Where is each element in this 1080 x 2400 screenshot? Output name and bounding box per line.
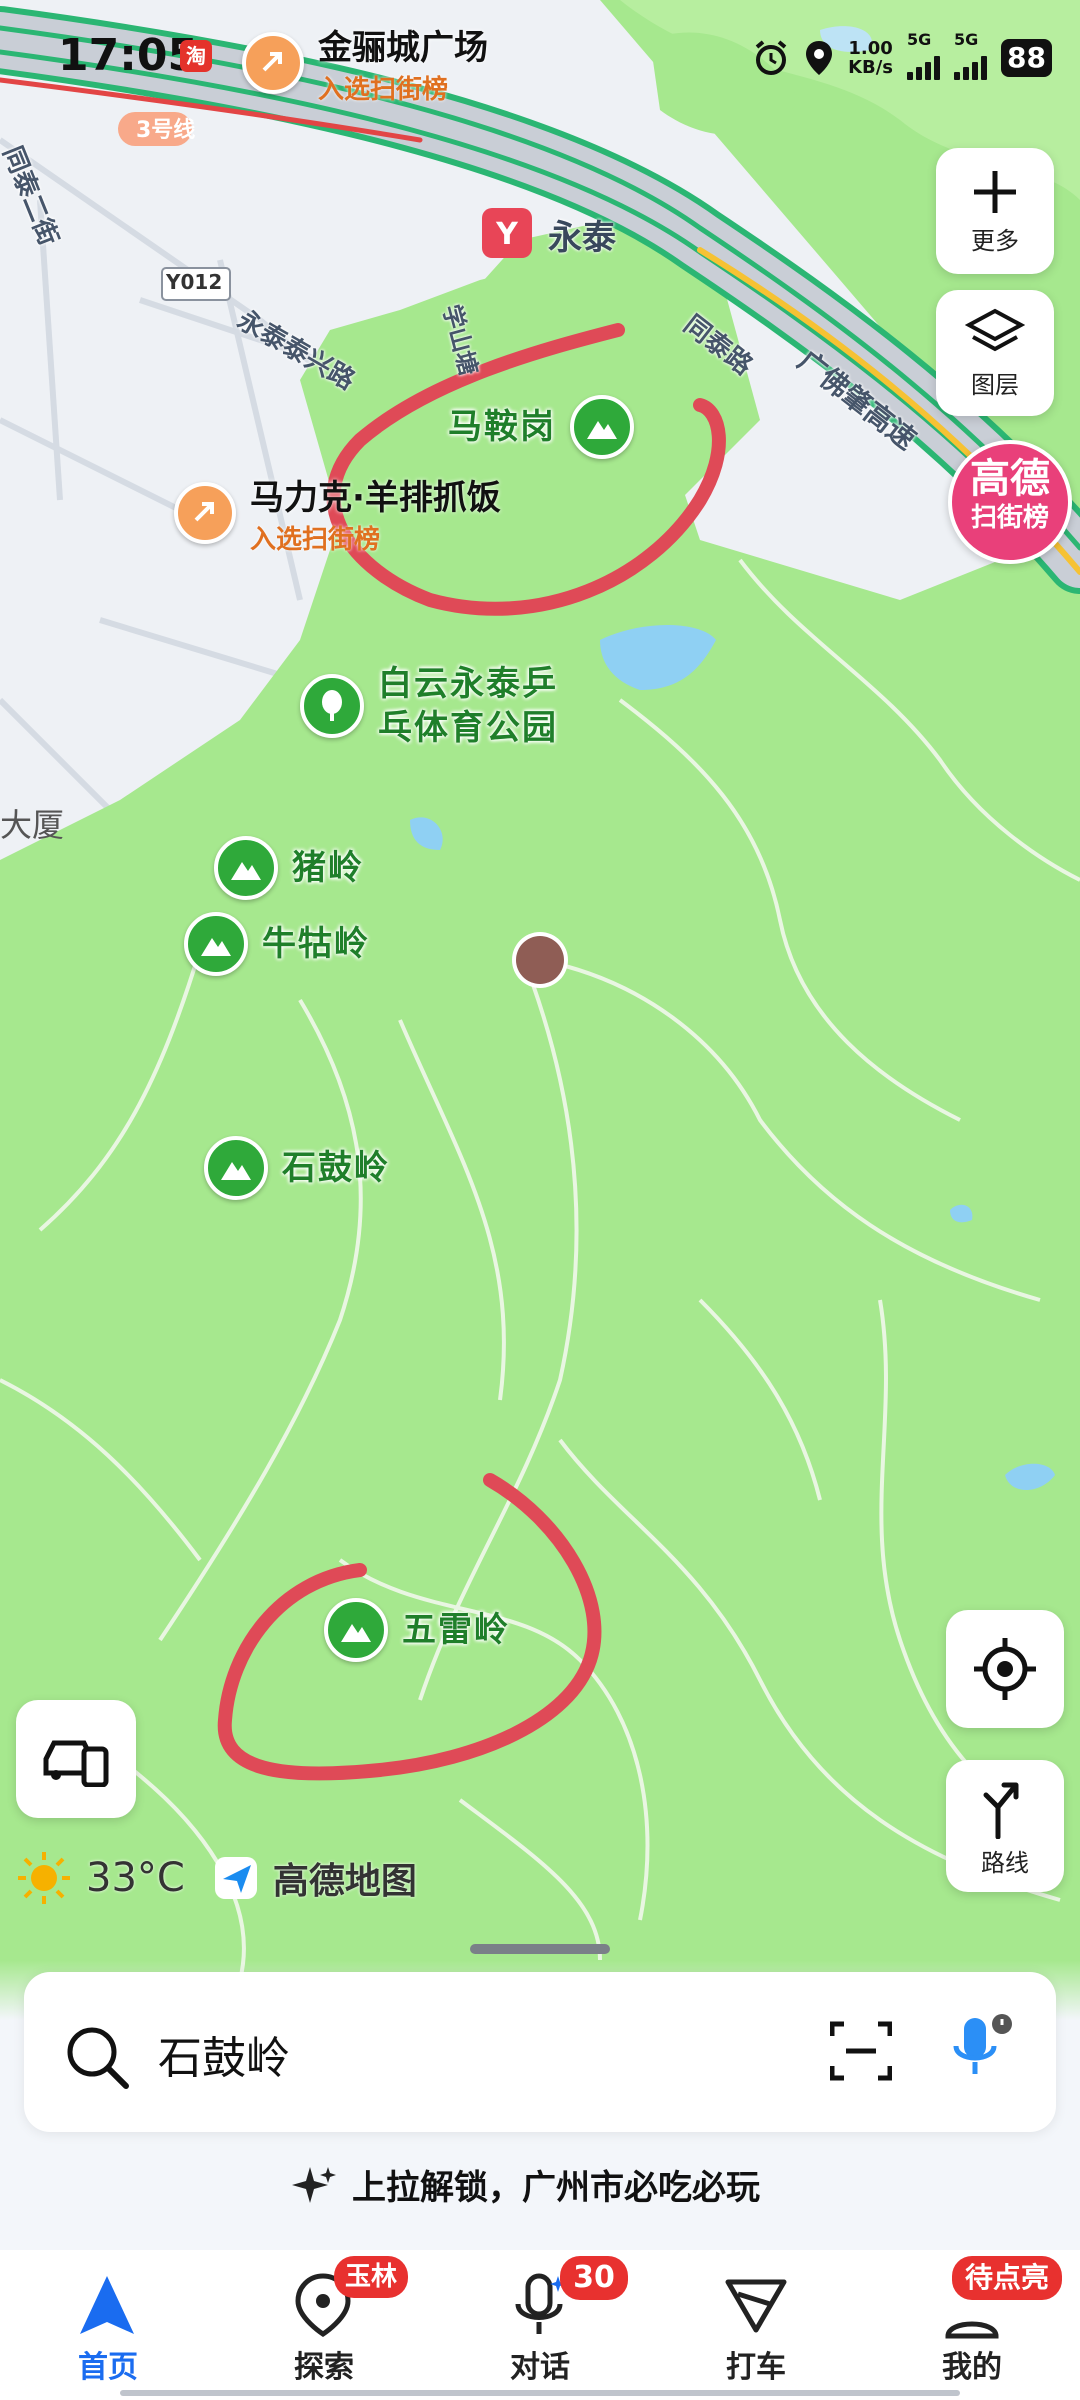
drag-handle[interactable] bbox=[470, 1944, 610, 1954]
unlock-promo-text: 上拉解锁，广州市必吃必玩 bbox=[352, 2168, 760, 2208]
poi-marker[interactable]: 马鞍岗 bbox=[448, 395, 634, 459]
search-icon bbox=[67, 2027, 129, 2089]
promo-line1: 高德 bbox=[970, 456, 1050, 502]
net-speed: 1.00 KB/s bbox=[848, 39, 893, 77]
brand-label: 高德地图 bbox=[272, 1861, 417, 1902]
scan-icon[interactable] bbox=[830, 2020, 892, 2082]
layers-button[interactable]: 图层 bbox=[936, 290, 1054, 416]
route-label: 路线 bbox=[981, 1848, 1029, 1877]
tab-label: 对话 bbox=[510, 2350, 570, 2385]
car-phone-icon bbox=[43, 1740, 109, 1787]
svg-text:Y: Y bbox=[495, 217, 519, 252]
plus-icon bbox=[974, 170, 1016, 213]
metro-line-label: 3号线 bbox=[136, 118, 196, 143]
hot-place-icon bbox=[242, 32, 304, 94]
poi-name: 猪岭 bbox=[292, 848, 364, 888]
poi-marker[interactable]: 牛牯岭 bbox=[184, 912, 370, 976]
status-icons: 1.00 KB/s 5G 5G 88 bbox=[752, 30, 1052, 80]
tab-badge: 30 bbox=[560, 2256, 628, 2300]
bottom-tab-bar: 首页 玉林 探索 30 对话 打车 待点亮 我的 bbox=[0, 2250, 1080, 2400]
car-mode-button[interactable] bbox=[16, 1700, 136, 1818]
sim2-label: 5G bbox=[954, 30, 979, 49]
taxi-flag-icon bbox=[725, 2279, 787, 2333]
poi-marker[interactable]: 猪岭 bbox=[214, 836, 364, 900]
park-tree-icon bbox=[300, 674, 364, 738]
poi-name: 石鼓岭 bbox=[282, 1148, 390, 1188]
taobao-app-icon: 淘 bbox=[180, 40, 212, 72]
place-name: 金骊城广场 bbox=[318, 28, 488, 68]
sparkle-icon bbox=[292, 2166, 336, 2203]
more-button[interactable]: 更多 bbox=[936, 148, 1054, 274]
place-marker-food[interactable]: 马力克·羊排抓饭 入选扫街榜 bbox=[174, 470, 501, 556]
layers-icon bbox=[965, 308, 1025, 351]
building-label: 大厦 bbox=[0, 806, 65, 844]
mountain-icon bbox=[324, 1598, 388, 1662]
home-indicator[interactable] bbox=[120, 2390, 960, 2396]
tab-badge: 待点亮 bbox=[952, 2256, 1062, 2300]
place-marker-top[interactable]: 金骊城广场 入选扫街榜 bbox=[242, 20, 488, 106]
poi-name: 白云永泰乒乓体育公园 bbox=[378, 664, 558, 748]
locate-button[interactable] bbox=[946, 1610, 1064, 1728]
weather-row: 33°C 高德地图 bbox=[16, 1850, 417, 1906]
locate-icon bbox=[974, 1638, 1036, 1700]
poi-marker[interactable]: 五雷岭 bbox=[324, 1598, 510, 1662]
tab-label: 打车 bbox=[726, 2350, 786, 2385]
tab-label: 探索 bbox=[294, 2350, 354, 2385]
sim1-label: 5G bbox=[907, 30, 932, 49]
search-input[interactable]: 石鼓岭 bbox=[158, 2022, 290, 2086]
search-bar[interactable]: 石鼓岭 bbox=[24, 1972, 1056, 2132]
tab-badge: 玉林 bbox=[334, 2256, 408, 2298]
tab-label: 我的 bbox=[942, 2350, 1002, 2385]
net-speed-unit: KB/s bbox=[848, 57, 894, 78]
more-label: 更多 bbox=[971, 226, 1019, 255]
tab-label: 首页 bbox=[78, 2350, 138, 2385]
promo-line2: 扫街榜 bbox=[970, 503, 1049, 533]
mountain-icon bbox=[214, 836, 278, 900]
poi-marker[interactable]: 白云永泰乒乓体育公园 bbox=[300, 662, 578, 750]
hot-place-icon bbox=[174, 482, 236, 544]
status-time: 17:05 bbox=[58, 30, 199, 81]
place-tag: 入选扫街榜 bbox=[250, 525, 381, 555]
mountain-icon bbox=[570, 395, 634, 459]
metro-station-label[interactable]: 永泰 bbox=[548, 210, 616, 259]
alarm-icon bbox=[755, 40, 787, 75]
mountain-icon bbox=[184, 912, 248, 976]
amap-logo-icon bbox=[214, 1857, 257, 1899]
profile-icon bbox=[945, 2321, 999, 2339]
place-name: 马力克·羊排抓饭 bbox=[250, 478, 501, 518]
road-code-label: Y012 bbox=[166, 270, 223, 294]
layers-label: 图层 bbox=[971, 370, 1019, 399]
battery-icon: 88 bbox=[1001, 39, 1052, 77]
poi-marker[interactable]: 石鼓岭 bbox=[204, 1136, 390, 1200]
mountain-icon bbox=[204, 1136, 268, 1200]
poi-name: 五雷岭 bbox=[402, 1610, 510, 1650]
navigation-arrow-icon bbox=[80, 2276, 134, 2334]
route-button[interactable]: 路线 bbox=[946, 1760, 1064, 1892]
poi-name: 牛牯岭 bbox=[262, 924, 370, 964]
place-tag: 入选扫街榜 bbox=[318, 75, 449, 105]
voice-assistant-icon[interactable] bbox=[950, 2012, 1014, 2086]
location-status-icon bbox=[806, 41, 833, 75]
sun-icon bbox=[18, 1852, 70, 1904]
unlock-promo[interactable]: 上拉解锁，广州市必吃必玩 bbox=[290, 2160, 760, 2209]
scan-street-promo-button[interactable]: 高德 扫街榜 bbox=[948, 440, 1072, 564]
temperature: 33°C bbox=[86, 1855, 185, 1901]
net-speed-value: 1.00 bbox=[848, 38, 893, 59]
signal-icon-2: 5G bbox=[954, 30, 988, 80]
poi-name: 马鞍岗 bbox=[448, 407, 556, 447]
signal-icon-1: 5G bbox=[907, 30, 941, 80]
route-icon bbox=[983, 1782, 1019, 1839]
